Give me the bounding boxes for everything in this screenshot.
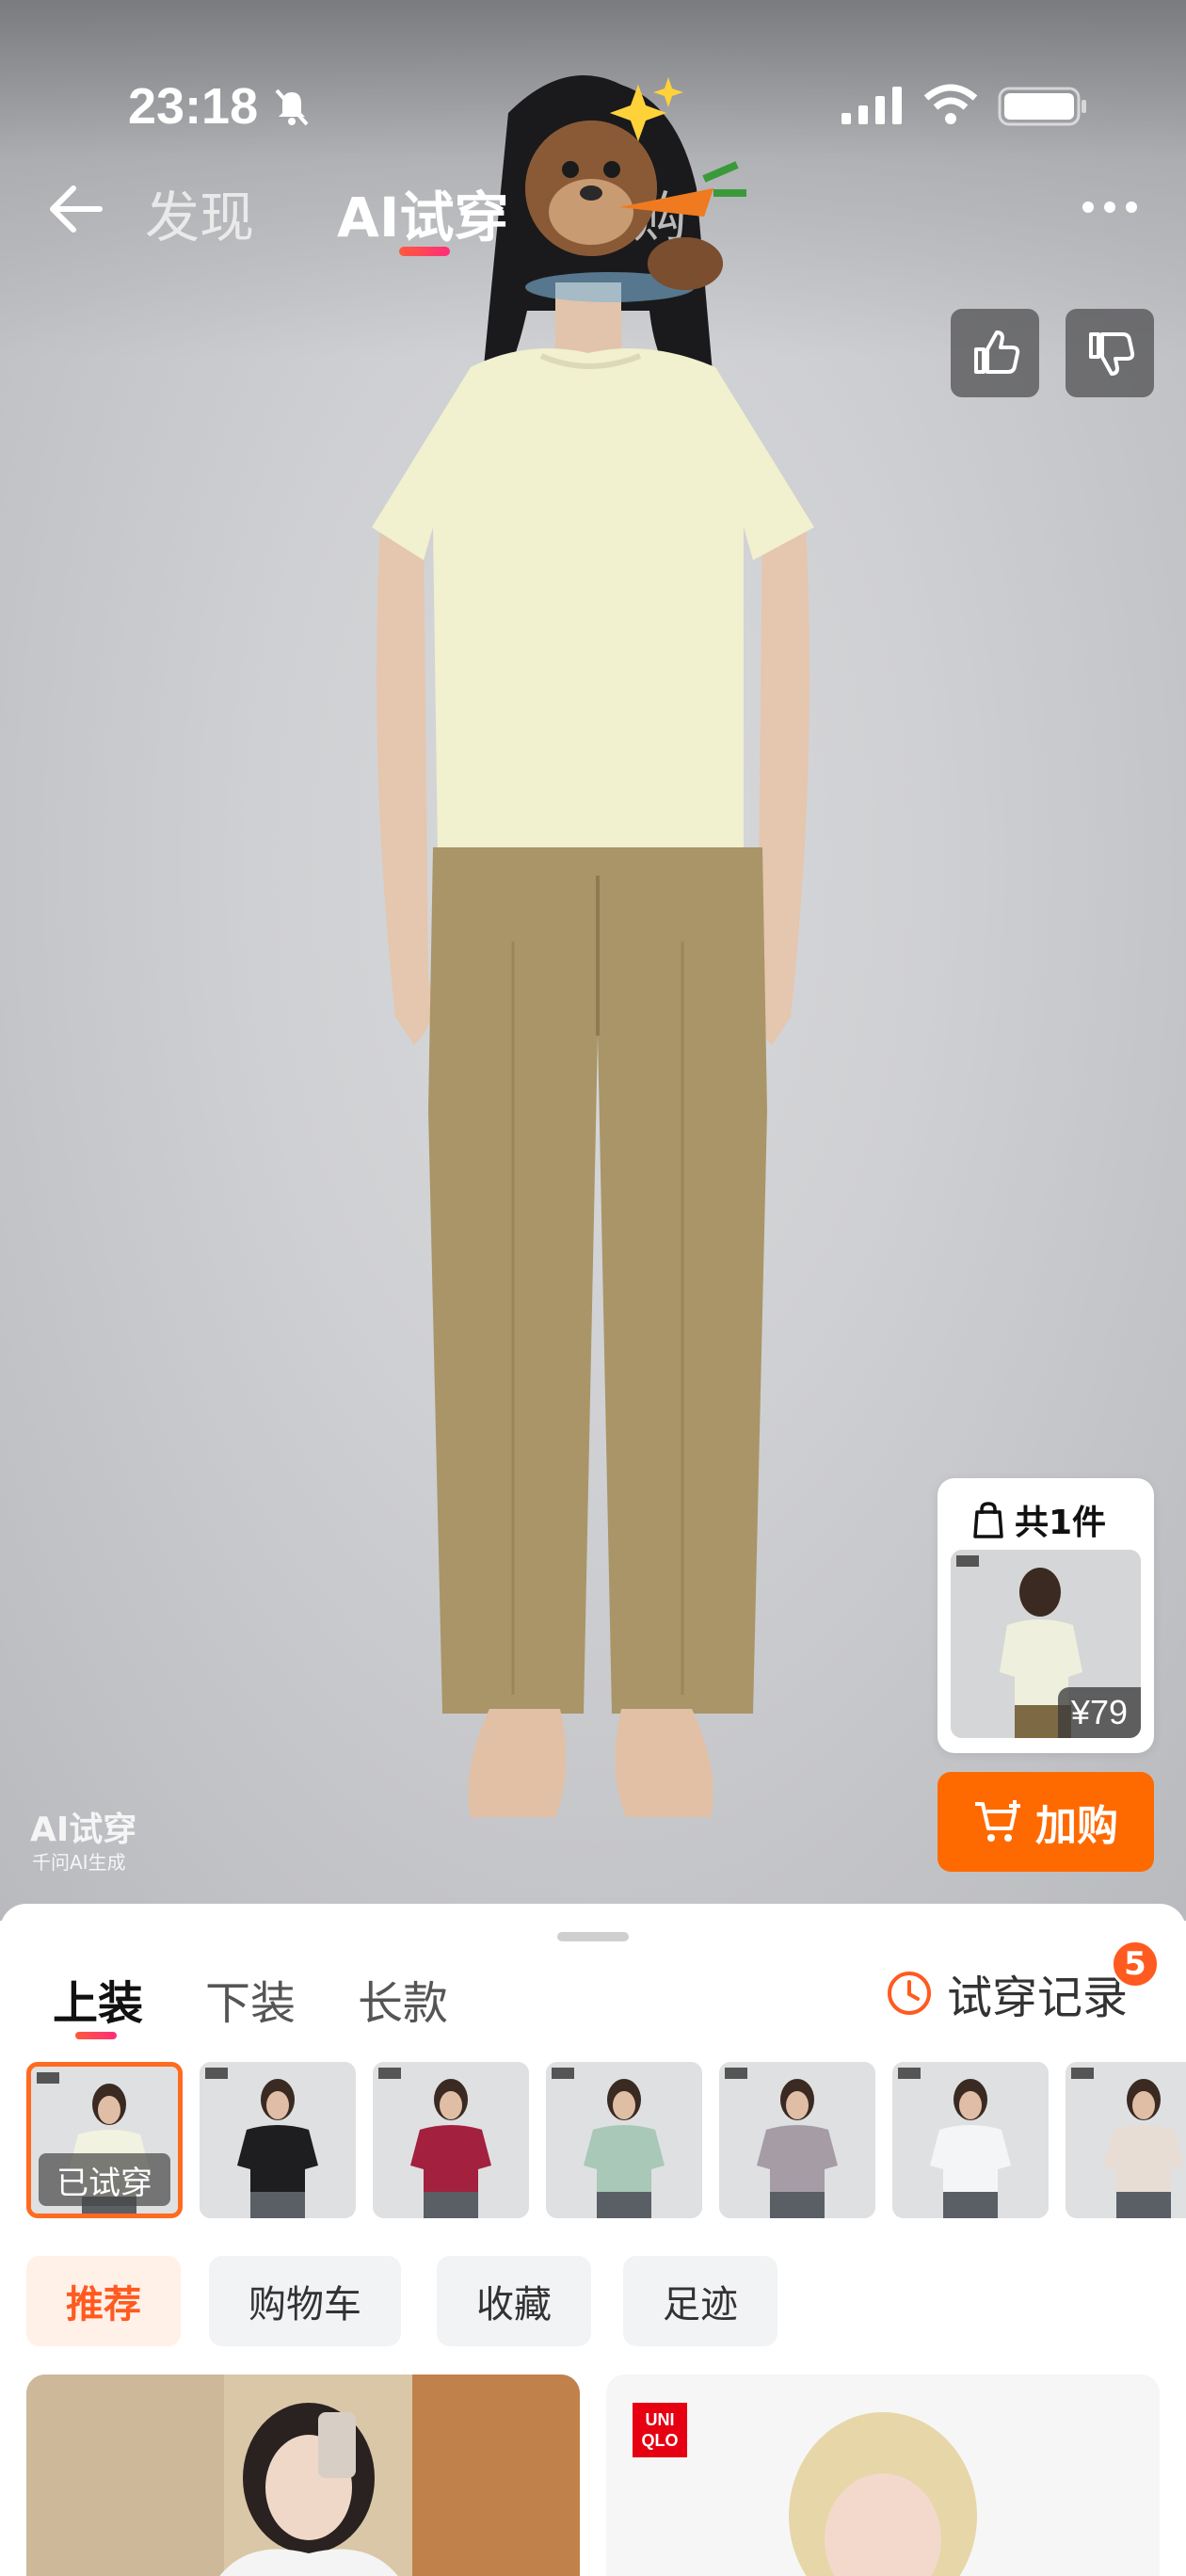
history-count-badge: 5 (1111, 1940, 1160, 1988)
garment-model-image (1066, 2062, 1186, 2218)
filter-cart[interactable]: 购物车 (209, 2256, 401, 2346)
filter-footprints[interactable]: 足迹 (623, 2256, 777, 2346)
sheet-drag-handle[interactable] (557, 1932, 629, 1941)
status-time: 23:18 (128, 78, 259, 135)
more-options-icon[interactable] (1079, 188, 1141, 226)
outfit-summary-card[interactable]: 共1件 ¥79 (938, 1478, 1154, 1753)
filter-favorites[interactable]: 收藏 (437, 2256, 591, 2346)
active-tab-indicator (399, 247, 450, 256)
tab-bottoms[interactable]: 下装 (205, 1966, 296, 2032)
tab-discover[interactable]: 发现 (145, 173, 254, 252)
garment-model-image (892, 2062, 1049, 2218)
tab-ai-try-on[interactable]: AI试穿 (337, 173, 508, 252)
garment-thumb[interactable] (546, 2062, 702, 2218)
tab-tops[interactable]: 上装 (53, 1966, 143, 2032)
garment-thumb[interactable] (719, 2062, 875, 2218)
garment-thumb[interactable] (200, 2062, 356, 2218)
feed-card[interactable] (26, 2375, 580, 2576)
thumbs-down-button[interactable] (1066, 309, 1154, 397)
garment-thumb[interactable] (1066, 2062, 1186, 2218)
feed-image (26, 2375, 580, 2576)
try-on-history-label: 试穿记录 (947, 1972, 1129, 2024)
feed-card[interactable]: UNI QLO (606, 2375, 1160, 2576)
uniqlo-logo: UNI QLO (633, 2403, 687, 2457)
feed-image (606, 2375, 1160, 2576)
outfit-item-image[interactable]: ¥79 (951, 1550, 1141, 1738)
try-on-history-button[interactable]: 试穿记录 (885, 1960, 1128, 2026)
battery-icon (998, 87, 1086, 126)
bottom-sheet: 上装 下装 长款 试穿记录 5 已试穿 推荐 购物车 收藏 足迹 UNI QLO (0, 1904, 1186, 2576)
garment-thumb[interactable] (373, 2062, 529, 2218)
clock-icon (888, 1972, 931, 2015)
watermark-subtitle: 千问AI生成 (32, 1851, 126, 1874)
garment-model-image (719, 2062, 875, 2218)
add-to-cart-button[interactable]: 加购 (938, 1772, 1154, 1872)
garment-model-image (373, 2062, 529, 2218)
cellular-signal-icon (841, 87, 902, 124)
thumbs-up-icon (974, 330, 1020, 374)
thumbs-up-button[interactable] (951, 309, 1039, 397)
bell-muted-icon (275, 89, 309, 126)
uniqlo-logo-line2: QLO (641, 2431, 679, 2450)
tried-on-label: 已试穿 (39, 2153, 170, 2206)
add-to-cart-label: 加购 (1035, 1802, 1118, 1850)
outfit-count: 共1件 (971, 1495, 1106, 1544)
outfit-price: ¥79 (1057, 1687, 1141, 1738)
watermark-title: AI试穿 (30, 1811, 137, 1849)
garment-model-image (546, 2062, 702, 2218)
garment-thumb[interactable] (892, 2062, 1049, 2218)
wifi-icon (923, 84, 978, 124)
garment-thumbnails: 已试穿 (26, 2062, 1186, 2222)
tab-long[interactable]: 长款 (358, 1966, 448, 2032)
status-bar: 23:18 (0, 0, 1186, 188)
thumbs-down-icon (1089, 332, 1135, 376)
uniqlo-logo-line1: UNI (645, 2410, 675, 2429)
outfit-count-label: 共1件 (1015, 1504, 1107, 1542)
category-tab-indicator (75, 2032, 117, 2039)
garment-thumb[interactable]: 已试穿 (26, 2062, 183, 2218)
garment-model-image (200, 2062, 356, 2218)
filter-recommended[interactable]: 推荐 (26, 2256, 181, 2346)
back-arrow-icon[interactable] (45, 179, 105, 239)
cart-plus-icon (975, 1800, 1020, 1842)
tab-purchase[interactable]: 购 (633, 173, 687, 252)
shopping-bag-icon (973, 1502, 1003, 1538)
